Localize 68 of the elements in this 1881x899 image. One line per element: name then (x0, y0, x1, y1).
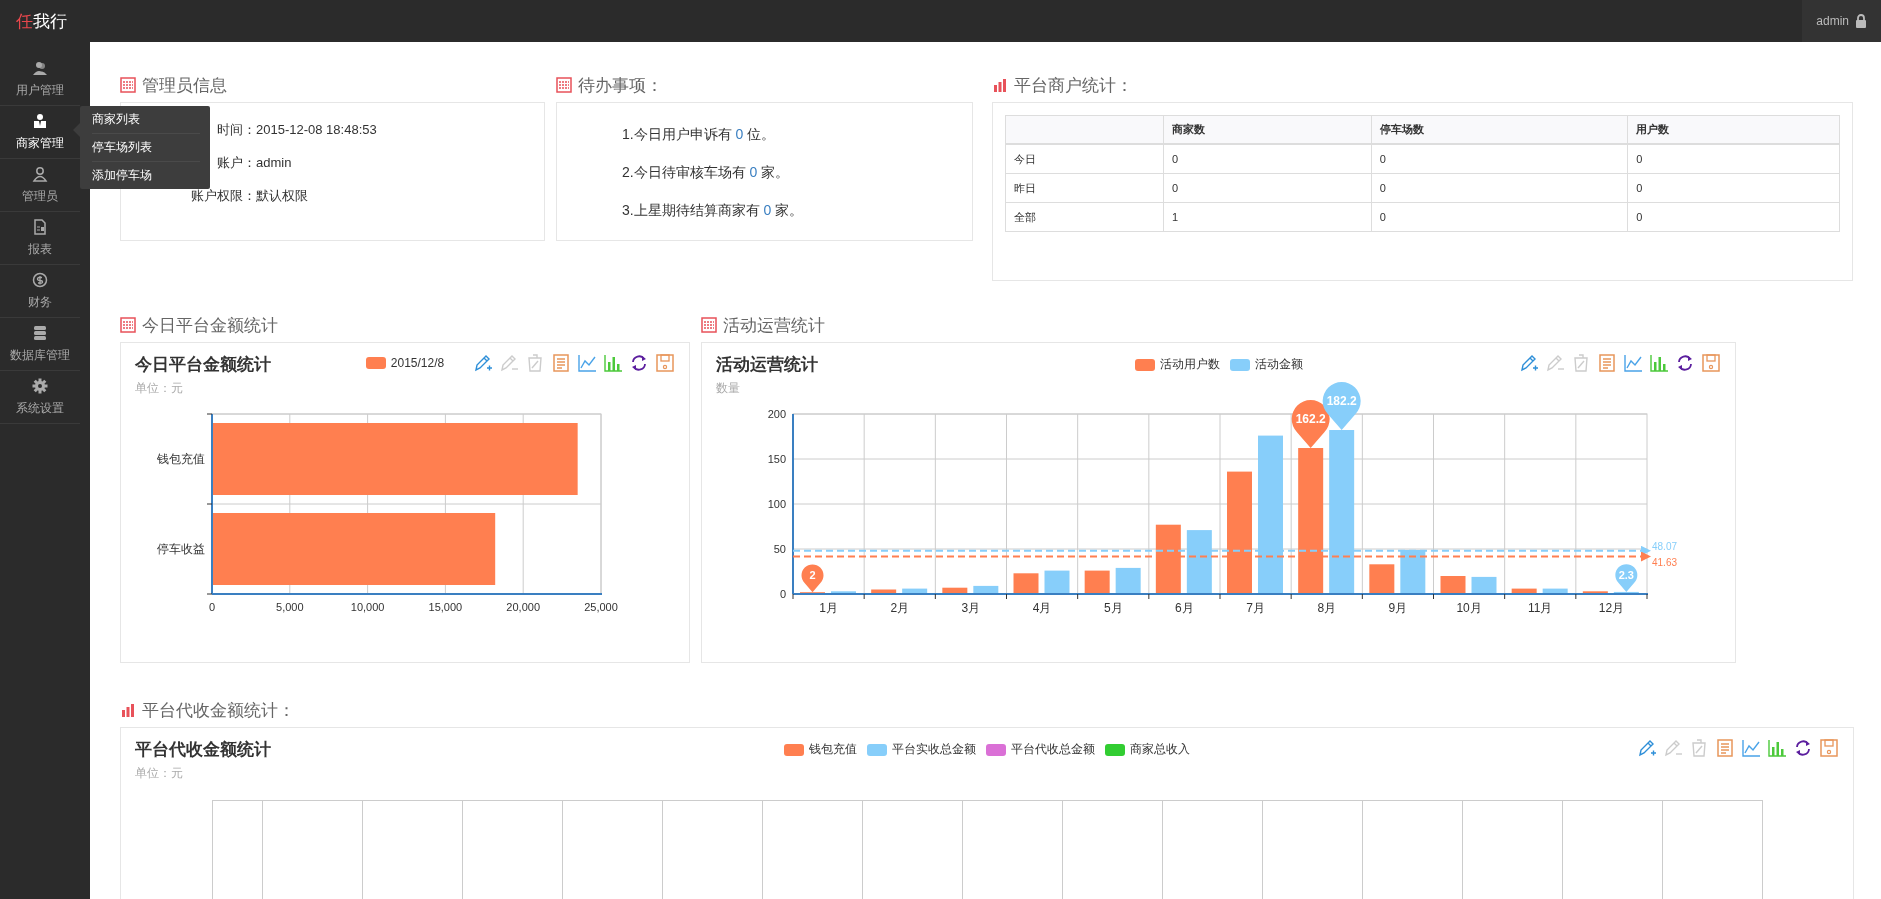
chart-subtitle: 单位：元 (135, 380, 184, 397)
axis-label: 15,000 (428, 601, 463, 613)
column-header: 停车场数 (1371, 115, 1628, 144)
field-value: 默认权限 (256, 186, 308, 205)
axis-label: 100 (767, 498, 786, 510)
value-pin: 2.3 (1615, 564, 1638, 592)
average-label: 41.63 (1652, 556, 1678, 568)
table-cell: 0 (1163, 173, 1372, 203)
axis-label: 0 (208, 601, 216, 613)
section-title: 待办事项： (578, 74, 663, 97)
table-cell: 0 (1371, 144, 1628, 174)
table-cell: 0 (1371, 202, 1628, 232)
annotation: 2.3 (1618, 568, 1634, 581)
section-title: 活动运营统计 (723, 314, 825, 337)
axis-label: 停车收益 (157, 542, 205, 556)
table-cell: 1 (1163, 202, 1372, 232)
axis-label: 4月 (1032, 601, 1052, 615)
column-header: 商家数 (1163, 115, 1372, 144)
value-pin: 2 (801, 564, 824, 593)
axis-label: 12月 (1598, 601, 1625, 615)
axis-label: 10月 (1456, 601, 1482, 615)
field-label: 账户权限： (190, 186, 256, 205)
field-value: 2015-12-08 18:48:53 (256, 122, 377, 137)
field-label: 时间： (216, 120, 256, 139)
axis-label: 200 (767, 408, 786, 420)
axis-label: 7月 (1246, 601, 1265, 615)
row-header: 今日 (1005, 144, 1164, 174)
annotation: 2 (809, 569, 816, 582)
chart-subtitle: 数量 (716, 380, 741, 397)
row-header: 全部 (1005, 202, 1164, 232)
axis-label: 钱包充值 (157, 452, 205, 466)
row-header: 昨日 (1005, 173, 1164, 203)
column-header: 用户数 (1627, 115, 1840, 144)
axis-label: 5月 (1103, 601, 1123, 615)
table-cell: 0 (1627, 202, 1840, 232)
chart-subtitle: 单位：元 (135, 765, 184, 782)
axis-label: 20,000 (506, 601, 541, 613)
axis-label: 50 (773, 543, 786, 555)
annotation: 162.2 (1295, 411, 1327, 426)
section-title: 管理员信息 (142, 74, 227, 97)
todo-item: 1.今日用户申诉有 0 位。 (622, 125, 777, 144)
field-label: 账户： (216, 153, 256, 172)
axis-label: 6月 (1175, 601, 1194, 615)
todo-item: 3.上星期待结算商家有 0 家。 (622, 201, 805, 220)
axis-label: 25,000 (584, 601, 618, 613)
axis-label: 150 (767, 453, 786, 465)
average-label: 48.07 (1652, 540, 1678, 552)
chart-title: 平台代收金额统计 (135, 739, 272, 761)
axis-label: 8月 (1317, 601, 1337, 615)
section-title: 平台商户统计： (1014, 74, 1133, 97)
section-title: 今日平台金额统计 (142, 314, 278, 337)
todo-item: 2.今日待审核车场有 0 家。 (622, 163, 791, 182)
axis-label: 3月 (961, 601, 981, 615)
axis-label: 0 (779, 588, 786, 600)
table-cell: 0 (1627, 144, 1840, 174)
section-title: 平台代收金额统计： (142, 699, 295, 722)
axis-label: 1月 (819, 601, 838, 615)
table-cell: 0 (1163, 144, 1372, 174)
axis-label: 10,000 (350, 601, 385, 613)
chart-title: 今日平台金额统计 (135, 354, 272, 376)
axis-label: 11月 (1528, 601, 1553, 615)
table-cell: 0 (1627, 173, 1840, 203)
chart-title: 活动运营统计 (716, 354, 819, 376)
axis-label: 9月 (1388, 601, 1408, 615)
table-cell: 0 (1371, 173, 1628, 203)
axis-label: 2月 (890, 601, 910, 615)
field-value: admin (256, 155, 292, 170)
axis-label: 5,000 (276, 601, 304, 613)
